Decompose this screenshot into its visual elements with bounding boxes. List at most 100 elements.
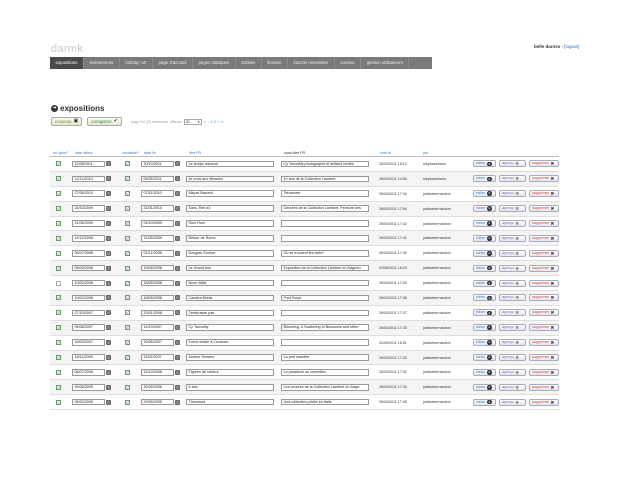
edit-button[interactable]: éditer ➜ bbox=[473, 205, 497, 213]
delete-button[interactable]: supprimer ✖ bbox=[529, 264, 559, 272]
online-checkbox[interactable]: ✓ bbox=[56, 235, 61, 241]
edit-button[interactable]: éditer ➜ bbox=[473, 160, 497, 168]
end-date-input[interactable]: 15/10/2006 bbox=[141, 369, 174, 376]
preview-button[interactable]: aperçu ✲ bbox=[499, 220, 527, 227]
calendar-icon[interactable] bbox=[175, 310, 180, 316]
start-date-input[interactable]: 10/02/2008 bbox=[72, 294, 105, 302]
vendable-checkbox[interactable]: ✓ bbox=[125, 340, 130, 346]
edit-button[interactable]: éditer ➜ bbox=[473, 324, 497, 332]
nav-item[interactable]: librairie bbox=[262, 57, 289, 69]
vendable-checkbox[interactable]: ✓ bbox=[125, 221, 130, 226]
delete-button[interactable]: supprimer ✖ bbox=[529, 190, 559, 198]
delete-button[interactable]: supprimer ✖ bbox=[529, 249, 559, 257]
preview-button[interactable]: aperçu ✲ bbox=[499, 234, 527, 242]
start-date-input[interactable]: 06/07/2006 bbox=[72, 369, 105, 376]
edit-button[interactable]: éditer ➜ bbox=[473, 220, 497, 227]
title-input[interactable]: Retour de Rome bbox=[186, 235, 274, 242]
end-date-input[interactable]: 06/05/2011 bbox=[141, 175, 174, 183]
vendable-checkbox[interactable]: ✓ bbox=[125, 191, 130, 197]
preview-button[interactable]: aperçu ✲ bbox=[499, 279, 527, 287]
calendar-icon[interactable] bbox=[106, 161, 111, 167]
col-title[interactable]: titre FR bbox=[186, 151, 281, 155]
online-checkbox[interactable]: ✓ bbox=[56, 206, 61, 212]
vendable-checkbox[interactable]: ✓ bbox=[125, 250, 130, 256]
title-input[interactable]: Le temps retrouvé bbox=[186, 160, 274, 168]
col-author[interactable]: par bbox=[420, 151, 473, 155]
last-page-icon[interactable]: » bbox=[221, 120, 223, 124]
new-button[interactable]: nouveau ▣ bbox=[51, 117, 83, 126]
title-input[interactable]: Douglas Gordon bbox=[186, 250, 274, 257]
preview-button[interactable]: aperçu ✲ bbox=[499, 383, 527, 391]
calendar-icon[interactable] bbox=[106, 221, 111, 226]
subtitle-input[interactable] bbox=[281, 309, 369, 317]
first-page-icon[interactable]: « bbox=[204, 120, 206, 124]
title-input[interactable]: Le Grand tour bbox=[186, 264, 274, 272]
start-date-input[interactable]: 24/10/2009 bbox=[72, 205, 105, 212]
subtitle-input[interactable] bbox=[281, 279, 369, 287]
delete-button[interactable]: supprimer ✖ bbox=[529, 279, 559, 287]
start-date-input[interactable]: 05/08/2007 bbox=[72, 324, 105, 331]
subtitle-input[interactable]: Oeuvres de la Collection Lambert, Peintu… bbox=[281, 205, 369, 212]
vendable-checkbox[interactable]: ✓ bbox=[125, 355, 130, 361]
subtitle-input[interactable]: Cy Twombly photographe et artistes invit… bbox=[281, 160, 369, 168]
vendable-checkbox[interactable]: ✓ bbox=[125, 280, 130, 286]
calendar-icon[interactable] bbox=[106, 176, 111, 182]
calendar-icon[interactable] bbox=[106, 384, 111, 390]
delete-button[interactable]: supprimer ✖ bbox=[529, 309, 559, 317]
edit-button[interactable]: éditer ➜ bbox=[473, 383, 497, 391]
edit-button[interactable]: éditer ➜ bbox=[473, 354, 497, 362]
calendar-icon[interactable] bbox=[106, 325, 111, 331]
col-vendable[interactable]: vendable? bbox=[119, 151, 141, 155]
online-checkbox[interactable]: ✓ bbox=[56, 340, 61, 346]
title-input[interactable]: Theorema bbox=[186, 398, 274, 406]
next-page-icon[interactable]: › bbox=[218, 120, 219, 124]
edit-button[interactable]: éditer ➜ bbox=[473, 264, 497, 272]
subtitle-input[interactable]: 10 ans de la Collection Lambert bbox=[281, 175, 369, 183]
edit-button[interactable]: éditer ➜ bbox=[473, 294, 497, 302]
title-input[interactable]: Andres Serrano bbox=[186, 354, 274, 361]
edit-button[interactable]: éditer ➜ bbox=[473, 368, 497, 376]
preview-button[interactable]: aperçu ✲ bbox=[499, 249, 527, 257]
subtitle-input[interactable] bbox=[281, 339, 369, 346]
end-date-input[interactable]: 31/05/2009 bbox=[141, 235, 174, 242]
title-input[interactable]: Candice Breitz bbox=[186, 294, 274, 302]
end-date-input[interactable]: 18/05/2008 bbox=[141, 279, 174, 287]
online-checkbox[interactable]: ✓ bbox=[56, 355, 61, 361]
subtitle-input[interactable]: Post Script bbox=[281, 294, 369, 302]
delete-button[interactable]: supprimer ✖ bbox=[529, 368, 559, 376]
preview-button[interactable]: aperçu ✲ bbox=[499, 205, 527, 213]
delete-button[interactable]: supprimer ✖ bbox=[529, 383, 559, 391]
calendar-icon[interactable] bbox=[175, 295, 180, 301]
end-date-input[interactable]: 07/11/2010 bbox=[141, 190, 174, 197]
preview-button[interactable]: aperçu ✲ bbox=[499, 160, 527, 168]
online-checkbox[interactable]: ✓ bbox=[56, 265, 61, 271]
start-date-input[interactable]: 05/05/2008 bbox=[72, 264, 105, 272]
end-date-input[interactable]: 18/05/2008 bbox=[141, 294, 174, 302]
nav-item[interactable]: gestion utilisateurs bbox=[361, 57, 410, 69]
edit-button[interactable]: éditer ➜ bbox=[473, 339, 497, 347]
online-checkbox[interactable]: ✓ bbox=[56, 191, 61, 197]
calendar-icon[interactable] bbox=[175, 265, 180, 271]
edit-button[interactable]: éditer ➜ bbox=[473, 190, 497, 198]
end-date-input[interactable]: 14/10/2007 bbox=[141, 324, 174, 331]
start-date-input[interactable]: 14/12/2008 bbox=[72, 235, 105, 242]
end-date-input[interactable]: 30/10/2011 bbox=[141, 160, 174, 168]
online-checkbox[interactable]: ✓ bbox=[56, 176, 61, 182]
start-date-input[interactable]: 06/07/2008 bbox=[72, 250, 105, 257]
end-date-input[interactable]: 29/05/2005 bbox=[141, 398, 174, 406]
nav-item[interactable]: holiday' art bbox=[120, 57, 153, 69]
subtitle-input[interactable]: Terramare bbox=[281, 190, 369, 197]
calendar-icon[interactable] bbox=[106, 235, 111, 241]
edit-button[interactable]: éditer ➜ bbox=[473, 234, 497, 242]
subtitle-input[interactable]: Les oeuvres de la Collection Lambert en … bbox=[281, 384, 369, 391]
start-date-input[interactable]: 25/06/2005 bbox=[72, 384, 105, 391]
prev-page-icon[interactable]: ‹ bbox=[208, 120, 209, 124]
online-checkbox[interactable]: ✓ bbox=[56, 221, 61, 226]
preview-button[interactable]: aperçu ✲ bbox=[499, 368, 527, 376]
start-date-input[interactable]: 12/08/2011 bbox=[72, 160, 105, 168]
calendar-icon[interactable] bbox=[106, 206, 111, 212]
end-date-input[interactable]: 31/01/2010 bbox=[141, 205, 174, 212]
logout-link[interactable]: [logout] bbox=[564, 44, 579, 49]
delete-button[interactable]: supprimer ✖ bbox=[529, 160, 559, 168]
subtitle-input[interactable]: Exposition de la Collection Lambert en A… bbox=[281, 264, 369, 272]
